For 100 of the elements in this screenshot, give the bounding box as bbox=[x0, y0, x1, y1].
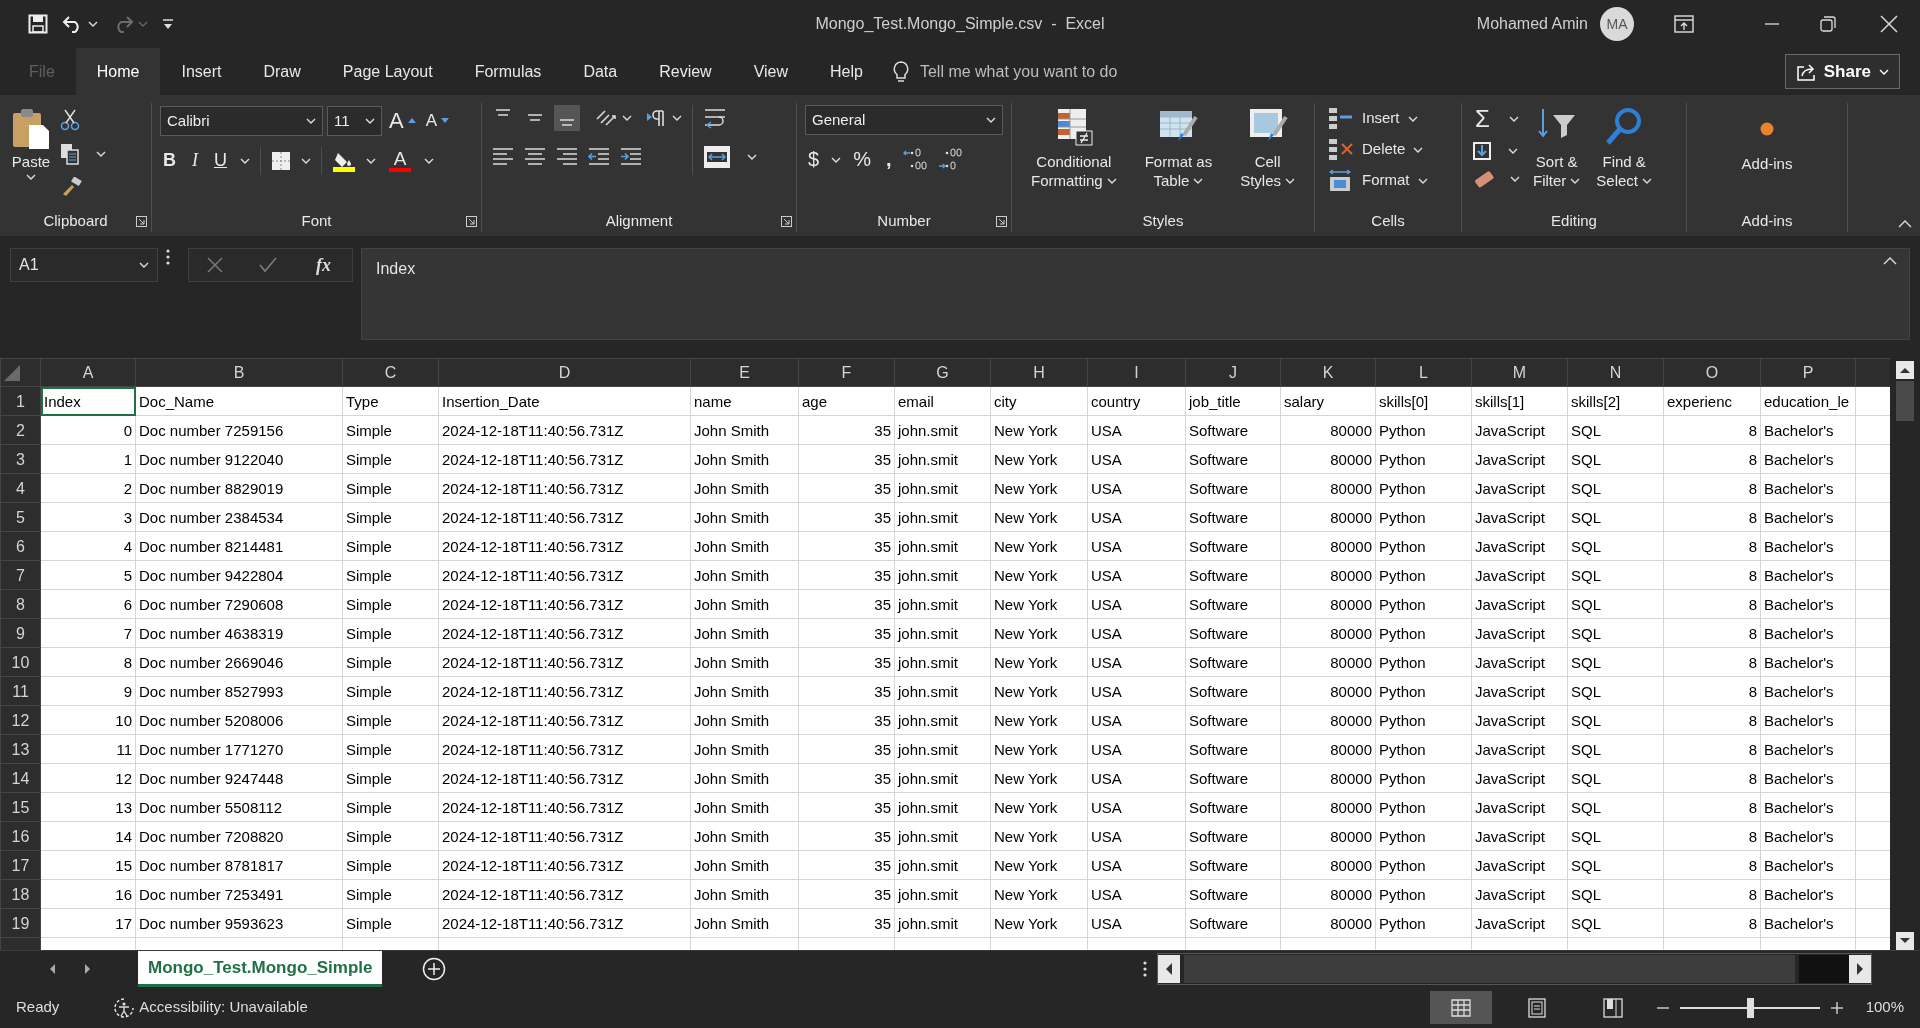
ribbon-tab[interactable]: Data bbox=[562, 48, 639, 95]
row-header[interactable]: 19 bbox=[0, 908, 41, 938]
delete-button[interactable]: Delete bbox=[1325, 136, 1427, 163]
dialog-launcher-icon[interactable] bbox=[996, 215, 1007, 227]
column-header[interactable]: B bbox=[135, 358, 343, 387]
column-header[interactable]: O bbox=[1663, 358, 1761, 387]
ribbon-tab[interactable]: Home bbox=[75, 48, 161, 95]
restore-icon[interactable] bbox=[1820, 16, 1836, 32]
more-options-icon[interactable] bbox=[1143, 960, 1147, 978]
search-field[interactable]: Tell me what you want to do bbox=[917, 58, 1218, 85]
collapse-icon[interactable] bbox=[1883, 257, 1897, 265]
more-options-icon[interactable] bbox=[166, 248, 170, 266]
row-header[interactable]: 9 bbox=[0, 618, 41, 648]
underline-button[interactable]: U bbox=[211, 147, 230, 174]
collapse-ribbon-icon[interactable] bbox=[1898, 220, 1912, 228]
caret-icon[interactable] bbox=[301, 157, 311, 164]
insert-function-button[interactable]: fx bbox=[313, 251, 334, 279]
caret-icon[interactable] bbox=[672, 115, 682, 121]
ribbon-tab[interactable]: Help bbox=[809, 48, 884, 95]
percent-button[interactable]: % bbox=[850, 145, 874, 174]
add-ins-button[interactable]: Add-ins bbox=[1738, 105, 1796, 176]
user-avatar[interactable]: MA bbox=[1600, 7, 1634, 41]
ribbon-tab[interactable]: Draw bbox=[242, 48, 322, 95]
column-header[interactable]: D bbox=[438, 358, 691, 387]
decrease-decimal-icon[interactable] bbox=[938, 147, 965, 172]
dialog-launcher-icon[interactable] bbox=[466, 215, 477, 227]
ribbon-display-icon[interactable] bbox=[1674, 15, 1694, 33]
row-header[interactable]: 5 bbox=[0, 502, 41, 532]
ribbon-tab[interactable]: Insert bbox=[160, 48, 243, 95]
name-box[interactable]: A1 bbox=[10, 248, 158, 282]
cell-styles-button[interactable]: Cell Styles bbox=[1237, 105, 1298, 193]
conditional-formatting-button[interactable]: Conditional Formatting bbox=[1028, 105, 1120, 193]
column-header[interactable]: J bbox=[1185, 358, 1281, 387]
row-header[interactable]: 1 bbox=[0, 386, 41, 416]
font-name-field[interactable]: Calibri bbox=[160, 105, 323, 136]
column-header[interactable]: N bbox=[1567, 358, 1664, 387]
normal-view-button[interactable] bbox=[1429, 991, 1492, 1024]
row-header[interactable]: 7 bbox=[0, 560, 41, 590]
scrollbar-thumb[interactable] bbox=[1896, 381, 1914, 421]
column-header[interactable]: K bbox=[1280, 358, 1376, 387]
ribbon-tab[interactable]: View bbox=[732, 48, 810, 95]
caret-icon[interactable] bbox=[96, 151, 106, 157]
row-header[interactable]: 11 bbox=[0, 676, 41, 706]
column-header[interactable]: P bbox=[1760, 358, 1856, 387]
caret-icon[interactable] bbox=[424, 157, 434, 164]
row-header[interactable]: 3 bbox=[0, 444, 41, 474]
row-header[interactable]: 2 bbox=[0, 415, 41, 445]
autosum-button[interactable]: Σ bbox=[1472, 105, 1493, 133]
paste-button[interactable]: Paste bbox=[8, 105, 54, 182]
column-header[interactable]: F bbox=[798, 358, 895, 387]
format-button[interactable]: Format bbox=[1325, 167, 1431, 194]
column-header[interactable]: E bbox=[690, 358, 799, 387]
grow-font-button[interactable]: A bbox=[386, 105, 419, 137]
dialog-launcher-icon[interactable] bbox=[136, 215, 147, 227]
italic-button[interactable]: I bbox=[189, 147, 201, 174]
sheet-tab[interactable]: Mongo_Test.Mongo_Simple bbox=[138, 951, 383, 987]
fill-down-icon[interactable] bbox=[1472, 141, 1492, 161]
caret-icon[interactable] bbox=[88, 21, 98, 27]
next-sheet-icon[interactable] bbox=[84, 963, 92, 975]
font-size-field[interactable]: 11 bbox=[327, 105, 382, 136]
dialog-launcher-icon[interactable] bbox=[781, 215, 792, 227]
row-header[interactable]: 6 bbox=[0, 531, 41, 561]
column-header[interactable]: H bbox=[990, 358, 1088, 387]
copy-icon[interactable] bbox=[60, 143, 80, 165]
row-header[interactable]: 18 bbox=[0, 879, 41, 909]
row-header[interactable]: 13 bbox=[0, 734, 41, 764]
sort-filter-button[interactable]: Sort & Filter bbox=[1530, 105, 1584, 193]
column-header[interactable]: M bbox=[1471, 358, 1568, 387]
row-header[interactable]: 4 bbox=[0, 473, 41, 503]
row-header[interactable]: 16 bbox=[0, 821, 41, 851]
column-header[interactable]: G bbox=[894, 358, 991, 387]
increase-decimal-icon[interactable] bbox=[903, 147, 930, 172]
select-all-icon[interactable] bbox=[4, 364, 20, 381]
customize-icon[interactable] bbox=[162, 18, 174, 30]
caret-icon[interactable] bbox=[1508, 148, 1518, 154]
format-as-table-button[interactable]: Format as Table bbox=[1141, 105, 1216, 193]
row-header[interactable]: 8 bbox=[0, 589, 41, 619]
close-icon[interactable] bbox=[1880, 15, 1898, 33]
caret-icon[interactable] bbox=[240, 157, 250, 164]
enter-icon[interactable] bbox=[259, 257, 277, 273]
find-select-button[interactable]: Find & Select bbox=[1593, 105, 1656, 193]
column-header[interactable]: C bbox=[342, 358, 439, 387]
currency-button[interactable]: $ bbox=[805, 145, 823, 174]
zoom-slider-thumb[interactable] bbox=[1746, 997, 1754, 1018]
font-color-button[interactable]: A bbox=[386, 147, 414, 174]
bold-button[interactable]: B bbox=[160, 147, 179, 174]
caret-icon[interactable] bbox=[1508, 116, 1519, 122]
caret-icon[interactable] bbox=[1510, 176, 1520, 182]
scrollbar-thumb[interactable] bbox=[1184, 955, 1795, 983]
ribbon-tab[interactable]: Formulas bbox=[453, 48, 563, 95]
add-sheet-icon[interactable] bbox=[422, 957, 447, 981]
cancel-icon[interactable] bbox=[207, 257, 223, 273]
scroll-left-icon[interactable] bbox=[1158, 955, 1180, 983]
row-header[interactable]: 12 bbox=[0, 705, 41, 735]
column-header[interactable]: I bbox=[1087, 358, 1186, 387]
zoom-in-icon[interactable] bbox=[1829, 1000, 1844, 1015]
ribbon-tab[interactable]: Review bbox=[638, 48, 733, 95]
caret-icon[interactable] bbox=[366, 157, 376, 164]
merge-cells-icon[interactable] bbox=[703, 145, 731, 169]
scissors-icon[interactable] bbox=[60, 109, 80, 131]
